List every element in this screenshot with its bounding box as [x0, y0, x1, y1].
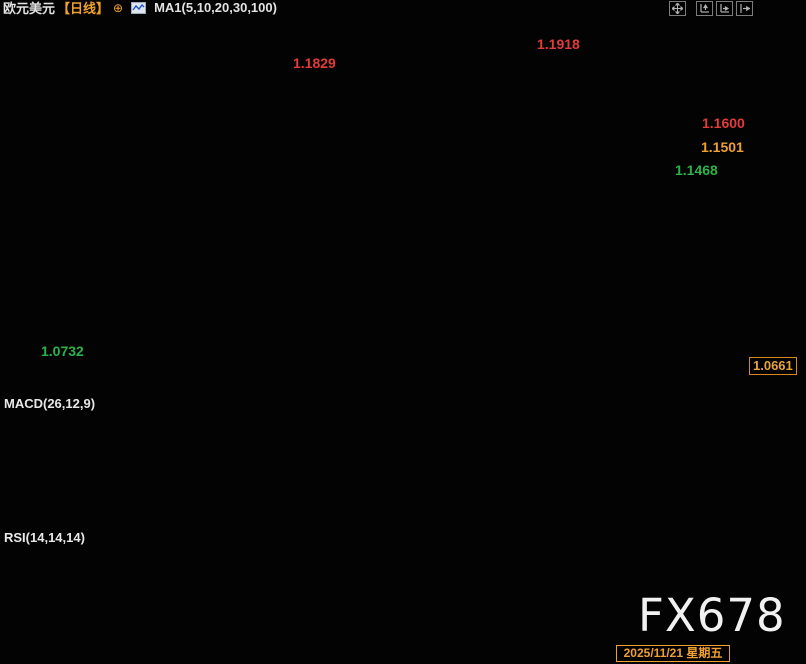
- peak-label-1: 1.1829: [293, 55, 336, 71]
- watermark-logo: FX678: [638, 589, 786, 642]
- rsi-label-row: RSI(14,14,14): [4, 530, 95, 545]
- pan-icon[interactable]: [669, 1, 686, 16]
- current-date-badge: 2025/11/21 星期五: [616, 645, 730, 662]
- chart-toolbar: [669, 1, 753, 16]
- ma-settings-label: MA1(5,10,20,30,100): [154, 0, 277, 15]
- axis-x-scale-icon[interactable]: [716, 1, 733, 16]
- macd-title: MACD(26,12,9): [4, 396, 95, 411]
- axis-lowest-label: 1.0661: [749, 357, 797, 375]
- symbol-title: 欧元美元: [3, 0, 55, 17]
- expand-icon[interactable]: ⊕: [113, 1, 123, 15]
- peak-label-2: 1.1918: [537, 36, 580, 52]
- period-label: 【日线】: [57, 0, 109, 17]
- app-root: 欧元美元 【日线】 ⊕ MA1(5,10,20,30,100): [0, 0, 806, 664]
- chart-header: 欧元美元 【日线】 ⊕ MA1(5,10,20,30,100): [3, 0, 285, 15]
- price-chart-canvas[interactable]: [0, 0, 806, 664]
- rsi-title: RSI(14,14,14): [4, 530, 85, 545]
- low-label-1: 1.0732: [41, 343, 84, 359]
- mini-chart-icon[interactable]: [131, 2, 146, 14]
- macd-label-row: MACD(26,12,9): [4, 396, 105, 411]
- low-label-2: 1.1468: [675, 162, 718, 178]
- shift-right-icon[interactable]: [736, 1, 753, 16]
- resistance-level-label: 1.1600: [702, 115, 745, 131]
- axis-y-scale-icon[interactable]: [696, 1, 713, 16]
- last-price-label: 1.1501: [701, 139, 744, 155]
